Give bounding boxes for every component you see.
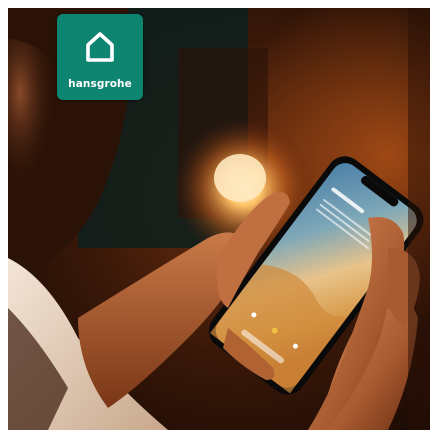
- right-edge-shadow: [408, 8, 430, 430]
- lamp-bulb: [214, 154, 266, 202]
- hansgrohe-logo-badge: hansgrohe: [57, 14, 143, 100]
- brand-name: hansgrohe: [68, 78, 132, 90]
- house-outline-icon: [86, 32, 114, 62]
